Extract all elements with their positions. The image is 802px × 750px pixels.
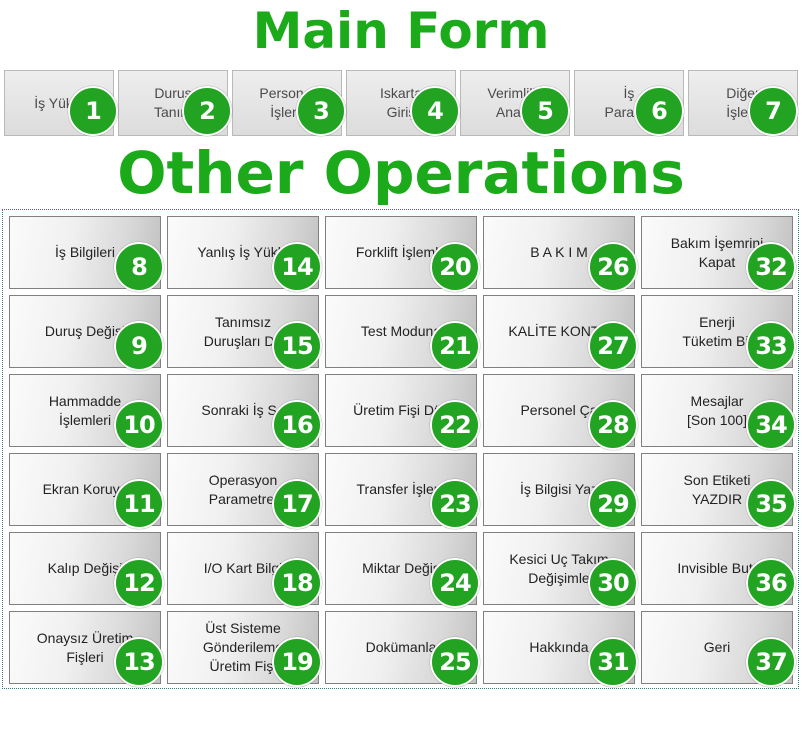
main-button-verimlilik-analiz[interactable]: Verimlilik Analiz <box>460 70 570 136</box>
main-button-is-parametre[interactable]: İş Parame <box>574 70 684 136</box>
button-son-etiketi-yazdir[interactable]: Son Etiketi YAZDIR <box>641 453 793 526</box>
button-operasyon-parametreleri[interactable]: Operasyon Parametrel <box>167 453 319 526</box>
button-geri[interactable]: Geri <box>641 611 793 684</box>
button-personel-cagir[interactable]: Personel Ça <box>483 374 635 447</box>
button-kalite-kontrol[interactable]: KALİTE KONTR <box>483 295 635 368</box>
button-is-bilgisi-yazdir[interactable]: İş Bilgisi Yaz <box>483 453 635 526</box>
main-form-heading: Main Form <box>252 2 550 60</box>
main-button-is-yukle[interactable]: İş Yükle <box>4 70 114 136</box>
other-operations-heading: Other Operations <box>117 139 685 207</box>
button-enerji-tuketim-bilgi[interactable]: Enerji Tüketim Bil <box>641 295 793 368</box>
main-button-durus-tanim[interactable]: Duruş Tanım <box>118 70 228 136</box>
main-button-iskarta-giris[interactable]: Iskarta Giriş <box>346 70 456 136</box>
other-operations-panel: İş Bilgileri Duruş Değişi Hammadde İşlem… <box>2 209 799 689</box>
button-durus-degistir[interactable]: Duruş Değişi <box>9 295 161 368</box>
button-forklift-islemleri[interactable]: Forklift İşlemle <box>325 216 477 289</box>
button-io-kart-bilgi[interactable]: I/O Kart Bilgi <box>167 532 319 605</box>
button-transfer-islemleri[interactable]: Transfer İşlem <box>325 453 477 526</box>
button-ust-sisteme-gonderilemeyen-uretim-fisleri[interactable]: Üst Sisteme Gönderileme Üretim Fişl <box>167 611 319 684</box>
button-yanlis-is-yukleme[interactable]: Yanlış İş Yükle <box>167 216 319 289</box>
button-kesici-uc-takim-degisimleri[interactable]: Kesici Uç Takım Değişimle <box>483 532 635 605</box>
button-sonraki-is-sec[interactable]: Sonraki İş Se <box>167 374 319 447</box>
button-onaysiz-uretim-fisleri[interactable]: Onaysız Üretim Fişleri <box>9 611 161 684</box>
button-uretim-fisi-duzelt[interactable]: Üretim Fişi Düz <box>325 374 477 447</box>
button-mesajlar-son-100[interactable]: Mesajlar [Son 100] <box>641 374 793 447</box>
button-bakim-isemrini-kapat[interactable]: Bakım İşemrini Kapat <box>641 216 793 289</box>
button-tanimsiz-duruslari-degistir[interactable]: Tanımsız Duruşları De <box>167 295 319 368</box>
button-is-bilgileri[interactable]: İş Bilgileri <box>9 216 161 289</box>
main-button-diger-islem[interactable]: Diğer İşlem <box>688 70 798 136</box>
button-miktar-degistir[interactable]: Miktar Değiş <box>325 532 477 605</box>
main-form-button-bar: İş Yükle Duruş Tanım Personel İşlem Iska… <box>4 70 800 138</box>
button-hakkinda[interactable]: Hakkında <box>483 611 635 684</box>
button-test-moduna[interactable]: Test Moduna <box>325 295 477 368</box>
button-ekran-koruyucu[interactable]: Ekran Koruyu <box>9 453 161 526</box>
button-kalip-degisimi[interactable]: Kalıp Değişi <box>9 532 161 605</box>
main-button-personel-islem[interactable]: Personel İşlem <box>232 70 342 136</box>
button-dokumanlar[interactable]: Dokümanla <box>325 611 477 684</box>
button-bakim[interactable]: B A K I M <box>483 216 635 289</box>
button-hammadde-islemleri[interactable]: Hammadde İşlemleri <box>9 374 161 447</box>
button-invisible-button[interactable]: Invisible Butt <box>641 532 793 605</box>
